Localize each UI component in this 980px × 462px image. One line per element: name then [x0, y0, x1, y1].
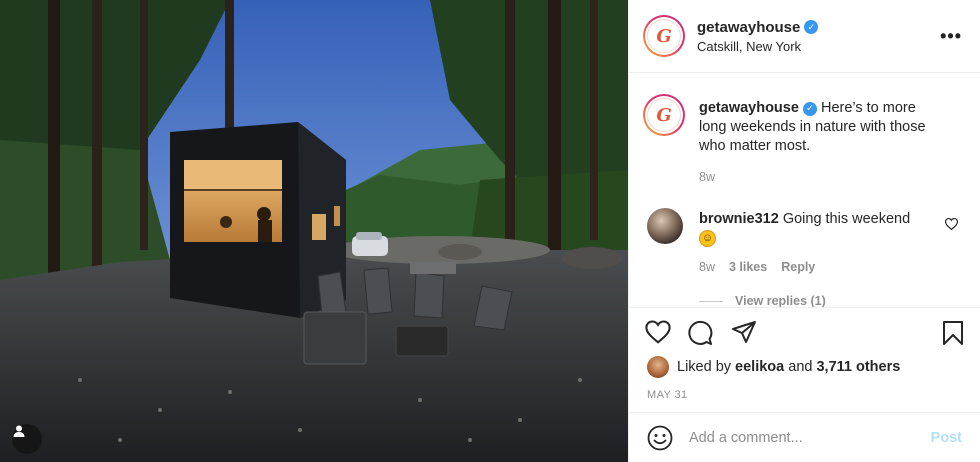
divider-line — [699, 300, 723, 302]
likes-middle: and — [788, 359, 813, 375]
verified-icon: ✓ — [802, 101, 817, 116]
comment-meta: 8w 3 likes Reply — [699, 260, 815, 274]
post-photo[interactable] — [0, 0, 628, 462]
post-date[interactable]: MAY 31 — [647, 389, 688, 401]
liker-username[interactable]: eelikoa — [735, 359, 784, 375]
comment-text: Going this weekend — [782, 211, 911, 227]
liker-avatar[interactable] — [647, 356, 669, 378]
comment-username[interactable]: brownie312 — [699, 211, 779, 227]
post-location[interactable]: Catskill, New York — [697, 39, 818, 54]
likes-summary: Liked by eelikoa and 3,711 others — [647, 356, 900, 378]
comments-list: G getawayhouse ✓ Here’s to more long wee… — [629, 74, 980, 307]
commenter-avatar[interactable] — [647, 208, 683, 244]
user-tag-icon — [13, 425, 25, 437]
post-side-panel: G getawayhouse ✓ Catskill, New York ••• … — [628, 0, 980, 462]
caption-time[interactable]: 8w — [699, 170, 715, 184]
post-header: G getawayhouse ✓ Catskill, New York ••• — [629, 0, 980, 73]
heart-icon[interactable] — [645, 320, 671, 344]
comment-icon[interactable] — [687, 320, 713, 346]
caption-text-block: getawayhouse ✓ Here’s to more long weeke… — [699, 99, 938, 156]
smile-emoji-icon: ☺ — [699, 229, 716, 247]
comment-input[interactable] — [689, 429, 919, 446]
comment-like-heart-icon[interactable] — [945, 218, 958, 230]
reply-button[interactable]: Reply — [781, 260, 815, 274]
likes-prefix: Liked by — [677, 359, 732, 375]
post-actions: Liked by eelikoa and 3,711 others MAY 31 — [629, 307, 980, 412]
caption-username[interactable]: getawayhouse — [699, 100, 799, 116]
bookmark-icon[interactable] — [942, 320, 964, 346]
view-replies-button[interactable]: View replies (1) — [699, 294, 826, 307]
add-comment-bar: Post — [629, 412, 980, 462]
comment-text-block: brownie312 Going this weekend ☺ — [699, 210, 938, 248]
emoji-icon[interactable] — [647, 425, 673, 451]
likes-others-button[interactable]: 3,711 others — [816, 359, 900, 375]
verified-icon: ✓ — [804, 20, 819, 34]
caption-meta: 8w — [699, 170, 715, 184]
comment-time[interactable]: 8w — [699, 260, 715, 274]
post-username-row: getawayhouse ✓ — [697, 19, 819, 36]
avatar-letter: G — [647, 98, 681, 132]
user-tag-button[interactable] — [12, 424, 42, 454]
share-icon[interactable] — [731, 320, 757, 344]
comment-likes[interactable]: 3 likes — [729, 260, 767, 274]
post-username[interactable]: getawayhouse — [697, 19, 800, 36]
caption-avatar[interactable]: G — [643, 94, 685, 136]
post-comment-button[interactable]: Post — [931, 430, 962, 446]
view-replies-label: View replies (1) — [735, 294, 826, 307]
avatar[interactable]: G — [643, 15, 685, 57]
cabin-scene-image — [0, 0, 628, 462]
avatar-letter: G — [647, 19, 681, 53]
more-icon[interactable]: ••• — [940, 26, 962, 47]
